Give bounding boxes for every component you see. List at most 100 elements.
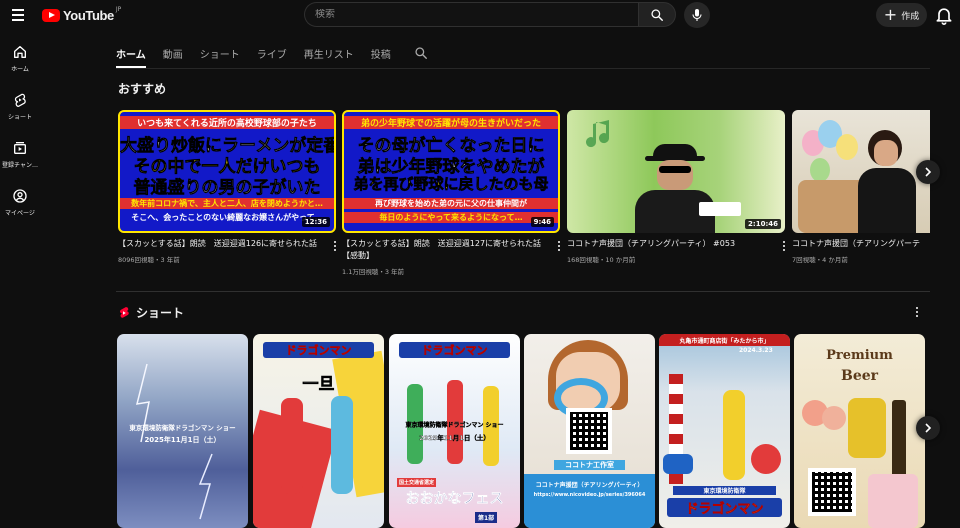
- thumbnail-caption: 普通盛りの男の子がいた: [133, 178, 321, 198]
- shorts-heading-label: ショート: [136, 306, 185, 320]
- host-figure: [631, 144, 717, 233]
- video-card: ココトナ声援団（チアリングパーテ 7回視聴・4 か月前: [792, 110, 930, 264]
- thumbnail-caption: 再び野球を始めた弟の元に父の仕事仲間が: [344, 198, 558, 209]
- microphone-icon: [692, 9, 702, 21]
- bell-icon: [936, 8, 952, 25]
- video-meta: 7回視聴・4 か月前: [792, 256, 848, 264]
- video-duration: 9:46: [530, 217, 554, 227]
- shorts-carousel-next-button[interactable]: [916, 416, 940, 440]
- video-title[interactable]: 【スカッとする話】朗読 送迎迎週127に寄せられた話【感動】: [342, 238, 542, 262]
- short-caption: ドラゴンマン: [399, 342, 510, 358]
- carousel-next-button[interactable]: [916, 160, 940, 184]
- short-caption: 東京環境防衛隊: [673, 486, 776, 495]
- short-caption: Premium: [826, 348, 893, 363]
- more-options-icon[interactable]: [332, 241, 338, 255]
- sidebar-item-label: マイページ: [5, 210, 35, 217]
- more-options-icon[interactable]: [556, 241, 562, 255]
- mascot-figure: [848, 398, 886, 458]
- beer-bottle: [892, 400, 906, 480]
- video-title[interactable]: ココトナ声援団（チアリングパーティ） #053: [567, 238, 767, 250]
- channel-search-icon[interactable]: [414, 46, 428, 60]
- sidebar-item-label: ホーム: [11, 66, 29, 73]
- thumbnail-caption: 弟を再び野球に戻したのも母: [353, 175, 549, 194]
- host-face: [874, 140, 898, 166]
- short-caption: おおかなフェス: [405, 491, 504, 507]
- tab-videos[interactable]: 動画: [163, 40, 183, 68]
- short-caption: 東京環境防衛隊ドラゴンマン ショー: [405, 422, 504, 429]
- region-code: JP: [115, 5, 122, 13]
- menu-icon[interactable]: [10, 6, 28, 24]
- name-card: [699, 202, 741, 216]
- tab-playlists[interactable]: 再生リスト: [304, 40, 354, 68]
- short-caption: 丸亀市通町商店街「みたから市」: [679, 338, 770, 345]
- video-title[interactable]: ココトナ声援団（チアリングパーテ: [792, 238, 930, 250]
- short-card[interactable]: Premium Beer: [794, 334, 925, 528]
- plus-icon: +: [883, 5, 898, 24]
- thumbnail-caption: いつも来てくれる近所の高校野球部の子たち: [120, 116, 334, 129]
- video-meta: 168回視聴・10 か月前: [567, 256, 636, 264]
- voice-search-button[interactable]: [684, 2, 710, 28]
- tab-live[interactable]: ライブ: [257, 40, 287, 68]
- notifications-button[interactable]: [934, 5, 954, 25]
- video-thumbnail[interactable]: 2:10:46: [567, 110, 785, 233]
- video-card: 2:10:46 ココトナ声援団（チアリングパーティ） #053 168回視聴・1…: [567, 110, 785, 264]
- video-card: いつも来てくれる近所の高校野球部の子たち 大盛り炒飯にラーメンが定番 その中で一…: [118, 110, 336, 264]
- tab-home[interactable]: ホーム: [116, 40, 146, 68]
- short-caption: 2024.3.23: [739, 347, 773, 354]
- video-meta: 8096回視聴・3 年前: [118, 256, 180, 264]
- more-options-icon[interactable]: [781, 241, 787, 255]
- tabs-divider: [116, 68, 930, 69]
- youtube-logo[interactable]: YouTube JP: [42, 5, 122, 23]
- sidebar-item-subscriptions[interactable]: 登録チャン…: [0, 132, 40, 180]
- short-caption: ココトナ声援団（チアリングパーティ）: [535, 482, 644, 489]
- short-caption: ココトナ工作室: [554, 460, 625, 470]
- short-caption: Beer: [840, 368, 879, 384]
- short-card[interactable]: ドラゴンマン 一旦: [253, 334, 384, 528]
- short-caption: 一旦: [302, 374, 335, 394]
- short-caption: ドラゴンマン: [667, 498, 782, 517]
- shorts-more-options-icon[interactable]: [914, 307, 920, 321]
- video-meta: 1.1万回視聴・3 年前: [342, 268, 405, 276]
- video-card: 弟の少年野球での活躍が母の生きがいだった その母が亡くなった日に 弟は少年野球を…: [342, 110, 560, 276]
- sidebar-item-you[interactable]: マイページ: [0, 180, 40, 228]
- video-duration: 2:10:46: [745, 219, 781, 229]
- video-thumbnail[interactable]: [792, 110, 930, 233]
- search-input[interactable]: [315, 9, 628, 20]
- balloon: [810, 158, 830, 182]
- music-note-icon: [586, 120, 610, 148]
- video-title[interactable]: 【スカッとする話】朗読 送迎迎週126に寄せられた話: [118, 238, 318, 250]
- sidebar-item-shorts[interactable]: ショート: [0, 84, 40, 132]
- red-ranger-figure: [281, 398, 303, 494]
- short-caption: 2025年11月1日（土）: [144, 436, 221, 444]
- search-icon: [651, 8, 663, 21]
- qr-code: [808, 468, 856, 516]
- short-caption: 東京環境防衛隊ドラゴンマン ショー: [129, 424, 236, 432]
- video-card-clip: ココトナ声援団（チアリングパーテ 7回視聴・4 か月前: [792, 110, 930, 280]
- short-caption: 第1部: [475, 512, 498, 523]
- subscriptions-icon: [14, 142, 26, 154]
- short-caption: ドラゴンマン: [263, 342, 374, 358]
- short-caption: 国土交通省選定: [397, 478, 437, 487]
- short-card[interactable]: 東京環境防衛隊ドラゴンマン ショー 2025年11月1日（土）: [117, 334, 248, 528]
- short-card[interactable]: 丸亀市通町商店街「みたから市」 2024.3.23 東京環境防衛隊 ドラゴンマン: [659, 334, 790, 528]
- recommended-heading: おすすめ: [118, 82, 167, 96]
- sidebar-item-home[interactable]: ホーム: [0, 36, 40, 84]
- thumbnail-caption: 弟の少年野球での活躍が母の生きがいだった: [344, 116, 558, 129]
- create-button[interactable]: + 作成: [876, 3, 927, 27]
- video-thumbnail[interactable]: いつも来てくれる近所の高校野球部の子たち 大盛り炒飯にラーメンが定番 その中で一…: [118, 110, 336, 233]
- blue-prop: [663, 454, 693, 474]
- blue-ranger-figure: [331, 396, 353, 494]
- short-card[interactable]: ココトナ工作室 ココトナ声援団（チアリングパーティ） https://www.n…: [524, 334, 655, 528]
- video-thumbnail[interactable]: 弟の少年野球での活躍が母の生きがいだった その母が亡くなった日に 弟は少年野球を…: [342, 110, 560, 233]
- search-box: [304, 2, 638, 27]
- short-card[interactable]: ドラゴンマン 東京環境防衛隊ドラゴンマン ショー 2025年11月1日（土） お…: [389, 334, 520, 528]
- logo-wordmark: YouTube: [63, 7, 114, 23]
- tab-shorts[interactable]: ショート: [200, 40, 240, 68]
- search-button[interactable]: [638, 2, 676, 27]
- create-label: 作成: [901, 11, 920, 22]
- host-body: [858, 168, 916, 233]
- red-prop: [751, 444, 781, 474]
- chevron-right-icon: [925, 423, 932, 433]
- shorts-logo-icon: [120, 306, 129, 318]
- tab-posts[interactable]: 投稿: [371, 40, 391, 68]
